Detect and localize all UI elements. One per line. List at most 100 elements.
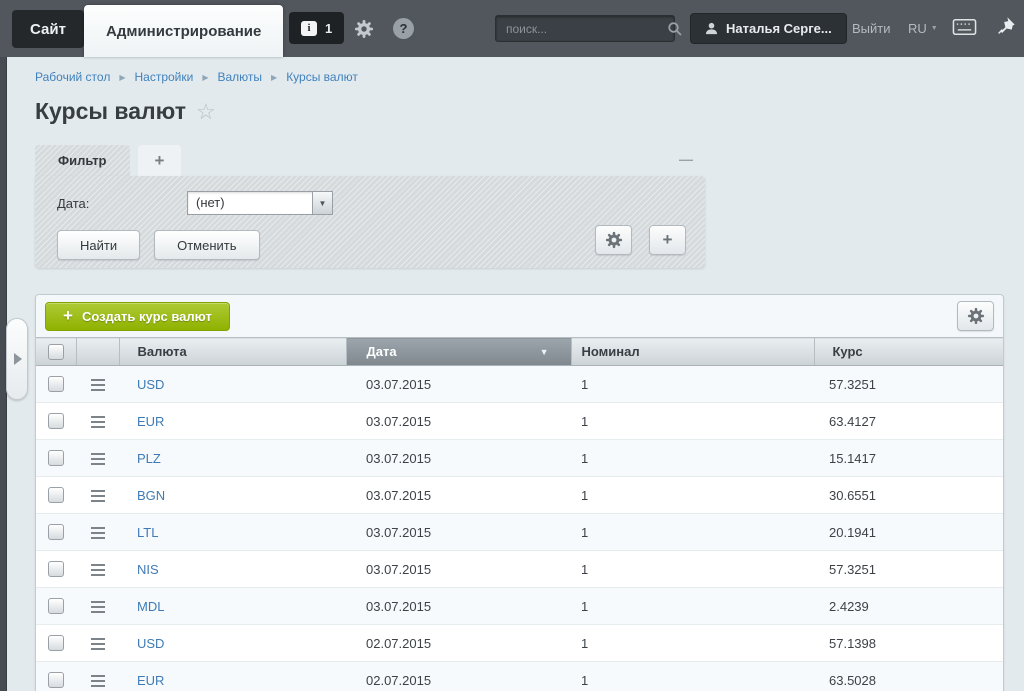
help-icon[interactable]: ? [393, 18, 414, 39]
rate-nominal: 1 [571, 625, 814, 662]
rate-date: 02.07.2015 [346, 625, 571, 662]
currency-link[interactable]: NIS [137, 562, 159, 577]
row-actions-menu-icon[interactable] [91, 416, 105, 428]
row-actions-menu-icon[interactable] [91, 490, 105, 502]
rate-value: 30.6551 [814, 477, 1003, 514]
column-header-rate[interactable]: Курс [814, 338, 1003, 366]
currency-link[interactable]: MDL [137, 599, 164, 614]
sort-desc-icon: ▼ [540, 347, 549, 357]
column-header-currency[interactable]: Валюта [119, 338, 346, 366]
table-row: USD 03.07.2015 1 57.3251 [36, 366, 1003, 403]
rate-date: 02.07.2015 [346, 662, 571, 691]
rate-date: 03.07.2015 [346, 440, 571, 477]
add-filter-field-button[interactable]: + [649, 225, 686, 255]
user-name: Наталья Серге... [726, 21, 832, 36]
rates-table-body: USD 03.07.2015 1 57.3251 EUR 03.07.2015 … [36, 366, 1003, 691]
settings-gear-icon[interactable] [354, 19, 374, 39]
language-switcher[interactable]: RU ▼ [908, 21, 938, 36]
row-checkbox[interactable] [48, 413, 64, 429]
row-checkbox[interactable] [48, 561, 64, 577]
filter-tab[interactable]: Фильтр [35, 145, 130, 176]
row-actions-menu-icon[interactable] [91, 675, 105, 687]
select-all-header [36, 338, 76, 366]
rate-date: 03.07.2015 [346, 477, 571, 514]
filter-tab-label: Фильтр [58, 153, 107, 168]
row-checkbox[interactable] [48, 524, 64, 540]
grid-settings-button[interactable] [957, 301, 994, 331]
collapse-filter-icon[interactable]: — [679, 151, 692, 167]
currency-link[interactable]: USD [137, 636, 164, 651]
favorite-star-icon[interactable]: ☆ [196, 101, 216, 123]
column-header-date[interactable]: Дата ▼ [346, 338, 571, 366]
topbar: Сайт Администрирование i 1 [0, 0, 1024, 57]
row-checkbox[interactable] [48, 450, 64, 466]
date-filter-value: (нет) [188, 192, 312, 214]
notification-count: 1 [325, 21, 332, 36]
select-dropdown-icon: ▼ [312, 192, 332, 214]
currency-link[interactable]: LTL [137, 525, 158, 540]
row-actions-menu-icon[interactable] [91, 527, 105, 539]
currency-link[interactable]: USD [137, 377, 164, 392]
row-checkbox[interactable] [48, 672, 64, 688]
logout-link[interactable]: Выйти [852, 21, 891, 36]
breadcrumb-currencies[interactable]: Валюты [217, 70, 262, 84]
table-row: LTL 03.07.2015 1 20.1941 [36, 514, 1003, 551]
tab-administration[interactable]: Администрирование [84, 5, 283, 57]
table-row: NIS 03.07.2015 1 57.3251 [36, 551, 1003, 588]
notifications-button[interactable]: i 1 [289, 12, 344, 44]
rate-date: 03.07.2015 [346, 514, 571, 551]
rate-value: 63.4127 [814, 403, 1003, 440]
filter-panel: Дата: (нет) ▼ Найти Отменить [35, 176, 705, 268]
select-all-checkbox[interactable] [48, 344, 64, 360]
find-button[interactable]: Найти [57, 230, 140, 260]
column-header-date-label: Дата [367, 344, 397, 359]
currency-link[interactable]: BGN [137, 488, 165, 503]
currency-link[interactable]: EUR [137, 414, 164, 429]
create-rate-button[interactable]: + Создать курс валют [45, 302, 230, 331]
user-menu-button[interactable]: Наталья Серге... [690, 13, 847, 44]
rate-nominal: 1 [571, 662, 814, 691]
breadcrumb-desktop[interactable]: Рабочий стол [35, 70, 110, 84]
page-title: Курсы валют [35, 98, 186, 125]
column-header-nominal[interactable]: Номинал [571, 338, 814, 366]
rates-grid-panel: + Создать курс валют [35, 294, 1004, 691]
rate-date: 03.07.2015 [346, 551, 571, 588]
breadcrumb-arrow-icon: ▶ [202, 73, 208, 82]
breadcrumb-currency-rates[interactable]: Курсы валют [286, 70, 358, 84]
hotkeys-keyboard-icon[interactable] [952, 17, 977, 38]
breadcrumb: Рабочий стол ▶ Настройки ▶ Валюты ▶ Курс… [35, 70, 1004, 84]
table-row: PLZ 03.07.2015 1 15.1417 [36, 440, 1003, 477]
date-filter-select[interactable]: (нет) ▼ [187, 191, 333, 215]
table-row: MDL 03.07.2015 1 2.4239 [36, 588, 1003, 625]
filter-settings-button[interactable] [595, 225, 632, 255]
breadcrumb-arrow-icon: ▶ [271, 73, 277, 82]
cancel-button[interactable]: Отменить [154, 230, 259, 260]
row-checkbox[interactable] [48, 635, 64, 651]
rate-nominal: 1 [571, 514, 814, 551]
table-row: EUR 03.07.2015 1 63.4127 [36, 403, 1003, 440]
currency-link[interactable]: PLZ [137, 451, 161, 466]
search-icon[interactable] [667, 21, 683, 37]
add-filter-tab-button[interactable]: + [138, 145, 182, 176]
pin-icon[interactable] [995, 14, 1017, 38]
row-actions-menu-icon[interactable] [91, 564, 105, 576]
rate-nominal: 1 [571, 551, 814, 588]
row-checkbox[interactable] [48, 376, 64, 392]
menu-expand-handle[interactable] [6, 318, 28, 400]
filter-section: Фильтр + — Дата: (нет) ▼ Найти Отменить [35, 145, 705, 268]
tab-site[interactable]: Сайт [12, 10, 84, 48]
rate-nominal: 1 [571, 403, 814, 440]
row-checkbox[interactable] [48, 487, 64, 503]
date-filter-label: Дата: [57, 196, 187, 211]
row-checkbox[interactable] [48, 598, 64, 614]
rate-nominal: 1 [571, 588, 814, 625]
chevron-down-icon: ▼ [931, 25, 938, 32]
currency-link[interactable]: EUR [137, 673, 164, 688]
row-actions-menu-icon[interactable] [91, 453, 105, 465]
row-actions-menu-icon[interactable] [91, 601, 105, 613]
rate-value: 57.3251 [814, 551, 1003, 588]
row-actions-menu-icon[interactable] [91, 638, 105, 650]
breadcrumb-settings[interactable]: Настройки [134, 70, 193, 84]
row-actions-menu-icon[interactable] [91, 379, 105, 391]
search-input[interactable] [496, 22, 667, 36]
